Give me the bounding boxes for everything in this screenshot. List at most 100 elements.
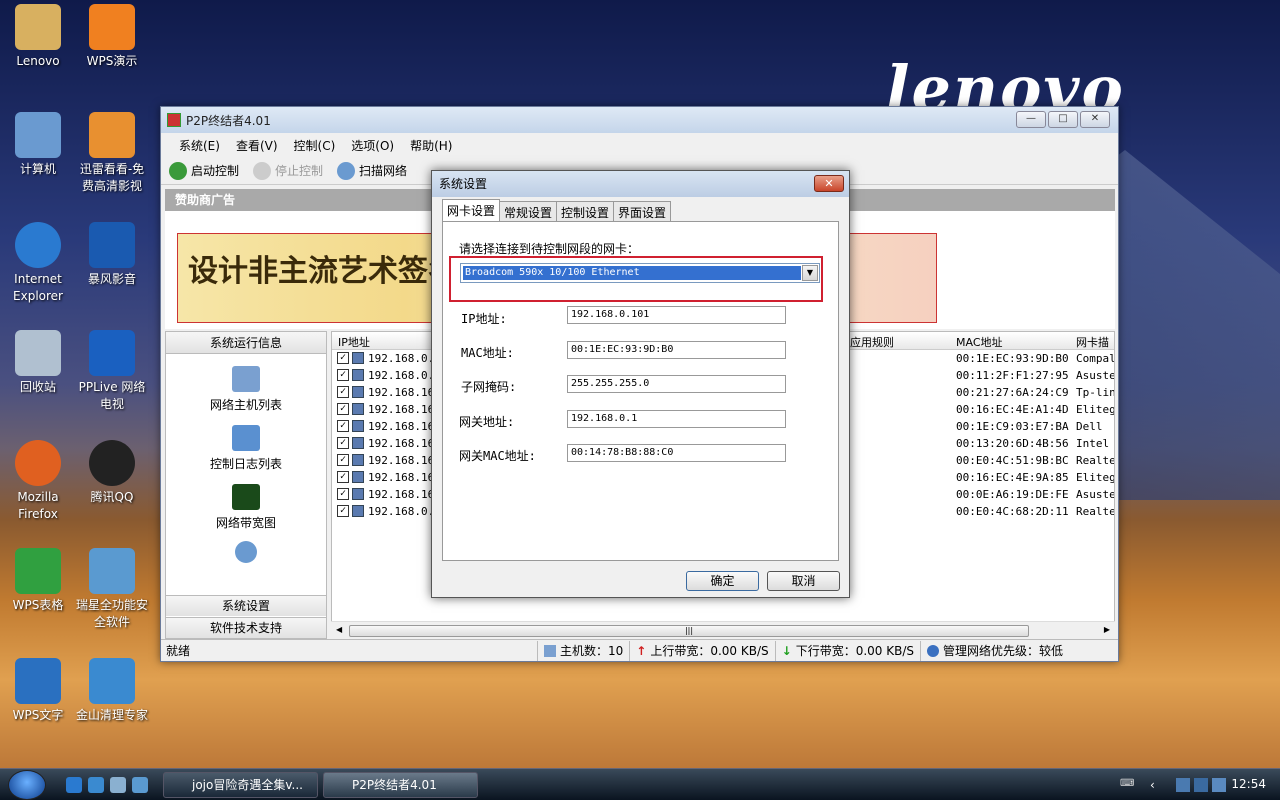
row-ip: 192.168.0.1 [368, 369, 441, 382]
desktop-icon-computer[interactable]: 计算机 [0, 112, 76, 178]
desktop-icon-lenovo[interactable]: Lenovo [0, 4, 76, 70]
status-priority: 管理网络优先级：较低 [920, 640, 1069, 661]
stop-control-button[interactable]: 停止控制 [253, 161, 323, 180]
row-checkbox[interactable]: ✓ [337, 471, 349, 483]
nav-control-log[interactable]: 控制日志列表 [166, 425, 326, 472]
row-mac: 00:E0:4C:51:9B:BC [956, 454, 1069, 467]
host-computer-icon [352, 420, 364, 432]
horizontal-scrollbar[interactable]: ◀ ||| ▶ [331, 621, 1115, 639]
row-checkbox[interactable]: ✓ [337, 369, 349, 381]
dialog-close-button[interactable]: ✕ [814, 175, 844, 192]
gateway-mac-field[interactable]: 00:14:78:B8:88:C0 [567, 444, 786, 462]
keyboard-icon[interactable]: ⌨ [1120, 778, 1134, 792]
tab-control-settings[interactable]: 控制设置 [556, 201, 615, 221]
row-ip: 192.168.16. [368, 420, 441, 433]
network-tray-icon[interactable] [1176, 778, 1190, 792]
scan-network-button[interactable]: 扫描网络 [337, 161, 407, 180]
desktop-icon-firefox[interactable]: Mozilla Firefox [0, 440, 76, 523]
col-ip-header[interactable]: IP地址 [338, 334, 370, 350]
row-ip: 192.168.16. [368, 386, 441, 399]
tab-general-settings[interactable]: 常规设置 [499, 201, 558, 221]
menu-help[interactable]: 帮助(H) [402, 137, 460, 154]
desktop-icon-ie[interactable]: Internet Explorer [0, 222, 76, 305]
menu-view[interactable]: 查看(V) [228, 137, 286, 154]
priority-icon [927, 644, 939, 657]
volume-tray-icon[interactable] [1194, 778, 1208, 792]
row-nic: Compal [1076, 352, 1115, 365]
col-mac-header[interactable]: MAC地址 [956, 334, 1003, 350]
host-computer-icon [352, 352, 364, 364]
dialog-titlebar[interactable]: 系统设置 [432, 171, 849, 197]
desktop-icon-wps-writer[interactable]: WPS文字 [0, 658, 76, 724]
left-panel: 系统运行信息 网络主机列表 控制日志列表 网络带宽图 系统设置 软件技术支持 [165, 331, 327, 639]
row-nic: Realtel [1076, 454, 1114, 467]
row-checkbox[interactable]: ✓ [337, 488, 349, 500]
row-checkbox[interactable]: ✓ [337, 454, 349, 466]
desktop-icon-pplive[interactable]: PPLive 网络电视 [74, 330, 150, 413]
cancel-button[interactable]: 取消 [767, 571, 840, 591]
menu-options[interactable]: 选项(O) [343, 137, 402, 154]
adapter-selected-value: Broadcom 590x 10/100 Ethernet [463, 266, 801, 280]
menu-control[interactable]: 控制(C) [286, 137, 344, 154]
mac-field[interactable]: 00:1E:EC:93:9D:B0 [567, 341, 786, 359]
gateway-field[interactable]: 192.168.0.1 [567, 410, 786, 428]
nav-host-list[interactable]: 网络主机列表 [166, 366, 326, 413]
nic-settings-panel: 请选择连接到待控制网段的网卡： Broadcom 590x 10/100 Eth… [442, 221, 839, 561]
dialog-tabs: 网卡设置 常规设置 控制设置 界面设置 [442, 199, 672, 221]
chevron-down-icon[interactable]: ▼ [802, 265, 818, 281]
row-mac: 00:1E:C9:03:E7:BA [956, 420, 1069, 433]
app-tray-icon[interactable] [1212, 778, 1226, 792]
scroll-thumb[interactable]: ||| [349, 625, 1029, 637]
row-checkbox[interactable]: ✓ [337, 403, 349, 415]
tab-ui-settings[interactable]: 界面设置 [613, 201, 672, 221]
mac-label: MAC地址: [461, 346, 514, 360]
clock[interactable]: 12:54 [1231, 777, 1266, 791]
scroll-right-icon[interactable]: ▶ [1104, 625, 1110, 634]
desktop-icon-rising[interactable]: 瑞星全功能安全软件 [74, 548, 150, 631]
subnet-field[interactable]: 255.255.255.0 [567, 375, 786, 393]
col-rule-header[interactable]: 应用规则 [850, 334, 894, 350]
taskbar-item-jojo[interactable]: jojo冒险奇遇全集v... [163, 772, 318, 798]
ie-quicklaunch-icon[interactable] [66, 777, 82, 793]
desktop-icon-wps-presentation[interactable]: WPS演示 [74, 4, 150, 70]
panel-system-settings[interactable]: 系统设置 [166, 595, 326, 616]
adapter-select[interactable]: Broadcom 590x 10/100 Ethernet ▼ [460, 263, 820, 283]
ip-field[interactable]: 192.168.0.101 [567, 306, 786, 324]
panel-tech-support[interactable]: 软件技术支持 [166, 617, 326, 638]
wps-presentation-icon [89, 4, 135, 50]
desktop-icon-xunlei[interactable]: 迅雷看看-免费高清影视 [74, 112, 150, 195]
minimize-button[interactable]: — [1016, 111, 1046, 128]
desktop-icon-kingsoft-cleaner[interactable]: 金山清理专家 [74, 658, 150, 724]
start-control-button[interactable]: 启动控制 [169, 161, 239, 180]
menu-system[interactable]: 系统(E) [171, 137, 228, 154]
start-button[interactable] [8, 770, 46, 800]
adapter-prompt: 请选择连接到待控制网段的网卡： [459, 242, 640, 256]
row-checkbox[interactable]: ✓ [337, 386, 349, 398]
baofeng-icon [89, 222, 135, 268]
row-checkbox[interactable]: ✓ [337, 420, 349, 432]
close-button[interactable]: ✕ [1080, 111, 1110, 128]
switch-windows-icon[interactable] [132, 777, 148, 793]
tray-expand-icon[interactable]: ‹ [1150, 778, 1164, 792]
tab-nic-settings[interactable]: 网卡设置 [442, 199, 501, 221]
subnet-label: 子网掩码: [461, 380, 517, 394]
maximize-button[interactable]: □ [1048, 111, 1078, 128]
nav-bandwidth-chart[interactable]: 网络带宽图 [166, 484, 326, 531]
desktop-icon-recycle-bin[interactable]: 回收站 [0, 330, 76, 396]
col-nic-header[interactable]: 网卡描 [1076, 334, 1109, 350]
panel-header-system-info[interactable]: 系统运行信息 [166, 332, 326, 354]
desktop-icon-wps-spreadsheet[interactable]: WPS表格 [0, 548, 76, 614]
window-titlebar[interactable]: P2P终结者4.01 — □ ✕ [161, 107, 1118, 133]
row-checkbox[interactable]: ✓ [337, 352, 349, 364]
ok-button[interactable]: 确定 [686, 571, 759, 591]
taskbar-item-p2p[interactable]: P2P终结者4.01 [323, 772, 478, 798]
nav-settings-icon-item[interactable] [166, 541, 326, 563]
row-checkbox[interactable]: ✓ [337, 505, 349, 517]
desktop-icon-qq[interactable]: 腾讯QQ [74, 440, 150, 506]
row-checkbox[interactable]: ✓ [337, 437, 349, 449]
scroll-left-icon[interactable]: ◀ [336, 625, 342, 634]
desktop-quicklaunch-icon[interactable] [110, 777, 126, 793]
internet-explorer-icon [15, 222, 61, 268]
desktop-icon-baofeng[interactable]: 暴风影音 [74, 222, 150, 288]
browser-quicklaunch-icon[interactable] [88, 777, 104, 793]
